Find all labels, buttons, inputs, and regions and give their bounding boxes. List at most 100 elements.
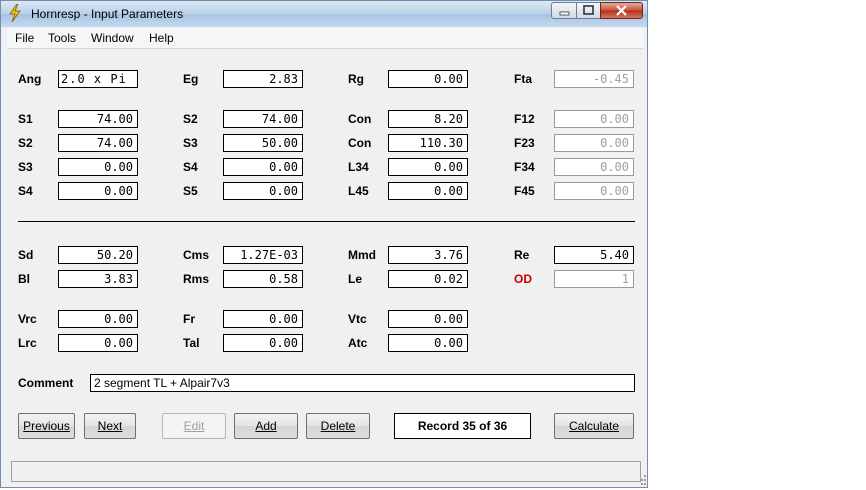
field-con-1[interactable]: 8.20	[388, 110, 468, 128]
field-s3-seg3[interactable]: 0.00	[58, 158, 138, 176]
status-bar	[11, 461, 641, 482]
field-fta: -0.45	[554, 70, 634, 88]
minimize-icon	[559, 11, 570, 16]
field-s4-seg3[interactable]: 0.00	[223, 158, 303, 176]
field-sd[interactable]: 50.20	[58, 246, 138, 264]
record-indicator: Record 35 of 36	[394, 413, 531, 439]
field-s2-seg2[interactable]: 74.00	[58, 134, 138, 152]
label-s2: S2	[183, 112, 198, 126]
label-fr: Fr	[183, 312, 195, 326]
field-s5[interactable]: 0.00	[223, 182, 303, 200]
label-f12: F12	[514, 112, 535, 126]
label-s1: S1	[18, 112, 33, 126]
comment-input[interactable]: 2 segment TL + Alpair7v3	[90, 374, 635, 392]
edit-button: Edit	[162, 413, 226, 439]
title-bar[interactable]: Hornresp - Input Parameters	[1, 1, 647, 27]
label-vrc: Vrc	[18, 312, 37, 326]
label-sd: Sd	[18, 248, 34, 262]
menu-help[interactable]: Help	[149, 31, 174, 45]
label-vtc: Vtc	[348, 312, 367, 326]
delete-button[interactable]: Delete	[306, 413, 370, 439]
label-tal: Tal	[183, 336, 200, 350]
label-mmd: Mmd	[348, 248, 376, 262]
field-f34: 0.00	[554, 158, 634, 176]
label-rms: Rms	[183, 272, 210, 286]
field-od: 1	[554, 270, 634, 288]
field-f23: 0.00	[554, 134, 634, 152]
minimize-button[interactable]	[551, 2, 577, 19]
calculate-button-label: Calculate	[568, 419, 620, 433]
label-atc: Atc	[348, 336, 368, 350]
field-tal[interactable]: 0.00	[223, 334, 303, 352]
label-lrc: Lrc	[18, 336, 37, 350]
close-icon	[616, 5, 627, 16]
menu-tools[interactable]: Tools	[48, 31, 76, 45]
label-f45: F45	[514, 184, 535, 198]
label-eg: Eg	[183, 72, 199, 86]
previous-button-label: Previous	[23, 419, 70, 433]
label-f34: F34	[514, 160, 535, 174]
label-s4-seg4: S4	[18, 184, 33, 198]
field-con-2[interactable]: 110.30	[388, 134, 468, 152]
field-re[interactable]: 5.40	[554, 246, 634, 264]
label-cms: Cms	[183, 248, 210, 262]
field-s4-seg4[interactable]: 0.00	[58, 182, 138, 200]
input-parameters-panel: Ang 2.0 x Pi Eg 2.83 Rg 0.00 Fta -0.45 S…	[7, 49, 643, 457]
label-rg: Rg	[348, 72, 364, 86]
add-button[interactable]: Add	[234, 413, 298, 439]
close-button[interactable]	[600, 2, 643, 19]
maximize-icon	[583, 5, 594, 15]
field-le[interactable]: 0.02	[388, 270, 468, 288]
label-s4: S4	[183, 160, 198, 174]
field-s3-seg2[interactable]: 50.00	[223, 134, 303, 152]
label-f23: F23	[514, 136, 535, 150]
field-s2-seg1[interactable]: 74.00	[223, 110, 303, 128]
field-s1[interactable]: 74.00	[58, 110, 138, 128]
delete-button-label: Delete	[320, 419, 356, 433]
resize-grip-icon[interactable]	[641, 473, 647, 485]
field-l45[interactable]: 0.00	[388, 182, 468, 200]
label-fta: Fta	[514, 72, 532, 86]
field-f45: 0.00	[554, 182, 634, 200]
field-ang[interactable]: 2.0 x Pi	[58, 70, 138, 88]
label-s5: S5	[183, 184, 198, 198]
edit-button-label: Edit	[183, 419, 205, 433]
menu-bar: File Tools Window Help	[7, 28, 643, 49]
label-comment: Comment	[18, 376, 74, 390]
label-s3: S3	[183, 136, 198, 150]
field-l34[interactable]: 0.00	[388, 158, 468, 176]
next-button-label: Next	[97, 419, 123, 433]
label-con-2: Con	[348, 136, 372, 150]
field-eg[interactable]: 2.83	[223, 70, 303, 88]
field-mmd[interactable]: 3.76	[388, 246, 468, 264]
previous-button[interactable]: Previous	[18, 413, 75, 439]
field-f12: 0.00	[554, 110, 634, 128]
field-cms[interactable]: 1.27E-03	[223, 246, 303, 264]
label-ang: Ang	[18, 72, 42, 86]
lightning-icon	[9, 4, 21, 22]
field-fr[interactable]: 0.00	[223, 310, 303, 328]
field-vrc[interactable]: 0.00	[58, 310, 138, 328]
next-button[interactable]: Next	[84, 413, 136, 439]
field-lrc[interactable]: 0.00	[58, 334, 138, 352]
calculate-button[interactable]: Calculate	[554, 413, 634, 439]
label-s2-seg2: S2	[18, 136, 33, 150]
label-re: Re	[514, 248, 530, 262]
menu-window[interactable]: Window	[91, 31, 134, 45]
field-atc[interactable]: 0.00	[388, 334, 468, 352]
label-le: Le	[348, 272, 363, 286]
add-button-label: Add	[255, 419, 277, 433]
field-rms[interactable]: 0.58	[223, 270, 303, 288]
label-l45: L45	[348, 184, 369, 198]
label-l34: L34	[348, 160, 369, 174]
maximize-button[interactable]	[576, 2, 601, 19]
window-title: Hornresp - Input Parameters	[31, 7, 184, 21]
section-divider	[18, 221, 635, 222]
label-s3-seg3: S3	[18, 160, 33, 174]
menu-file[interactable]: File	[15, 31, 34, 45]
main-window: Hornresp - Input Parameters File Tools W…	[0, 0, 648, 488]
field-rg[interactable]: 0.00	[388, 70, 468, 88]
field-bl[interactable]: 3.83	[58, 270, 138, 288]
label-od[interactable]: OD	[514, 272, 532, 286]
field-vtc[interactable]: 0.00	[388, 310, 468, 328]
